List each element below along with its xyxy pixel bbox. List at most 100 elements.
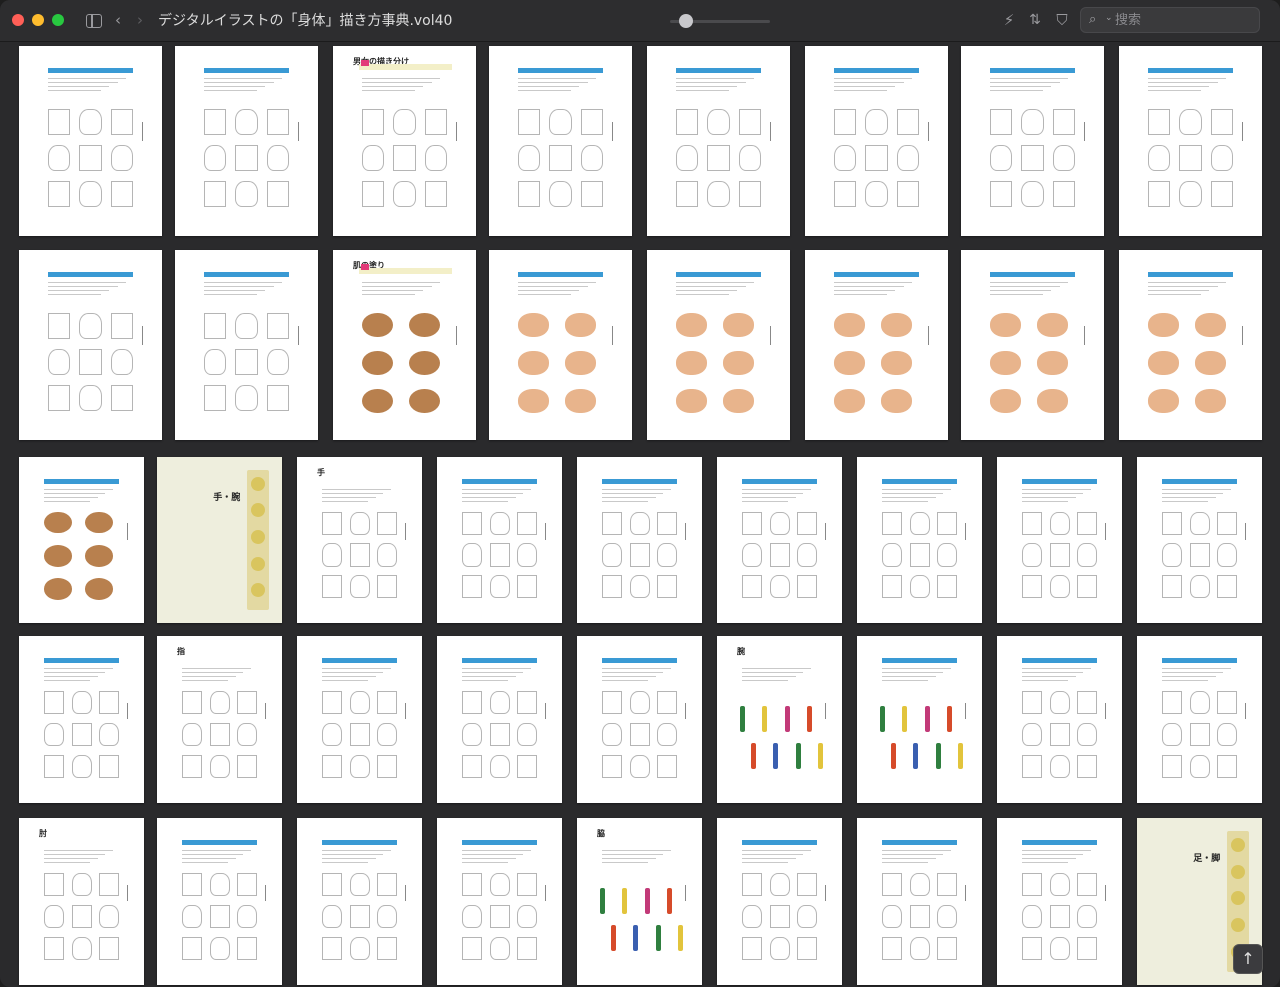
line-drawing-illustration — [424, 108, 448, 136]
page-thumbnail-6[interactable] — [805, 46, 948, 236]
line-drawing-illustration — [742, 936, 762, 960]
sidebar-toggle-icon[interactable] — [86, 14, 102, 28]
line-drawing-illustration — [182, 936, 202, 960]
page-thumbnail-37[interactable] — [297, 818, 422, 985]
text-line — [675, 286, 746, 287]
line-drawing-illustration — [1147, 180, 1171, 208]
search-field[interactable]: ⌕ ⌄ — [1080, 7, 1260, 33]
page-thumbnail-12[interactable] — [489, 250, 632, 440]
line-drawing-illustration — [738, 144, 762, 172]
page-thumbnail-32[interactable] — [857, 636, 982, 803]
page-thumbnail-24[interactable] — [997, 457, 1122, 623]
page-thumbnail-39[interactable]: 脇 — [577, 818, 702, 985]
text-line — [882, 850, 951, 851]
search-options-chevron-icon[interactable]: ⌄ — [1105, 13, 1113, 23]
page-thumbnail-4[interactable] — [489, 46, 632, 236]
page-thumbnail-16[interactable] — [1119, 250, 1262, 440]
page-thumbnail-29[interactable] — [437, 636, 562, 803]
muscle-illustration — [610, 924, 616, 951]
muscle-illustration — [902, 706, 907, 733]
line-drawing-illustration — [235, 348, 258, 376]
shading-sphere-illustration — [361, 350, 394, 376]
line-drawing-illustration — [322, 754, 342, 778]
text-line — [1147, 86, 1210, 87]
line-drawing-illustration — [1162, 511, 1182, 535]
back-icon[interactable]: ‹ — [111, 10, 125, 30]
text-line — [602, 680, 649, 681]
page-thumbnail-8[interactable] — [1119, 46, 1262, 236]
line-drawing-illustration — [1022, 543, 1042, 567]
page-thumbnail-7[interactable] — [961, 46, 1104, 236]
page-thumbnail-19[interactable]: 手 — [297, 457, 422, 623]
page-thumbnail-15[interactable] — [961, 250, 1104, 440]
side-label — [927, 122, 929, 141]
page-thumbnail-41[interactable] — [857, 818, 982, 985]
page-thumbnail-40[interactable] — [717, 818, 842, 985]
line-drawing-illustration — [322, 904, 342, 929]
line-drawing-illustration — [266, 108, 290, 136]
markup-bolt-icon[interactable]: ⚡ — [1000, 10, 1018, 30]
text-line — [203, 78, 283, 79]
text-line — [517, 90, 571, 91]
page-thumbnail-33[interactable] — [997, 636, 1122, 803]
search-input[interactable] — [1115, 11, 1253, 29]
page-thumbnail-9[interactable] — [19, 250, 162, 440]
page-thumbnail-1[interactable] — [19, 46, 162, 236]
page-thumbnail-21[interactable] — [577, 457, 702, 623]
close-window-button[interactable] — [12, 14, 24, 26]
page-thumbnail-38[interactable] — [437, 818, 562, 985]
page-thumbnail-2[interactable] — [175, 46, 318, 236]
line-drawing-illustration — [377, 574, 397, 599]
page-thumbnail-5[interactable] — [647, 46, 790, 236]
page-thumbnail-17[interactable] — [19, 457, 144, 623]
line-drawing-illustration — [71, 754, 92, 778]
page-thumbnail-18[interactable]: 手・腕 — [157, 457, 282, 623]
side-label — [611, 122, 613, 141]
minimize-window-button[interactable] — [32, 14, 44, 26]
line-drawing-illustration — [235, 108, 258, 136]
forward-icon[interactable]: › — [133, 10, 147, 30]
text-line — [361, 282, 441, 283]
page-thumbnail-27[interactable]: 指 — [157, 636, 282, 803]
page-thumbnail-35[interactable]: 肘 — [19, 818, 144, 985]
page-thumbnail-36[interactable] — [157, 818, 282, 985]
section-header-bar — [44, 658, 119, 663]
page-thumbnail-42[interactable] — [997, 818, 1122, 985]
page-thumbnail-26[interactable] — [19, 636, 144, 803]
page-thumbnail-30[interactable] — [577, 636, 702, 803]
line-drawing-illustration — [361, 108, 385, 136]
page-thumbnail-13[interactable] — [647, 250, 790, 440]
page-thumbnail-31[interactable]: 腕 — [717, 636, 842, 803]
text-line — [882, 497, 936, 498]
page-thumbnail-23[interactable] — [857, 457, 982, 623]
section-header-bar — [1022, 479, 1097, 484]
page-thumbnail-11[interactable]: 肌の塗り — [333, 250, 476, 440]
line-drawing-illustration — [865, 180, 888, 208]
line-drawing-illustration — [1162, 722, 1182, 747]
maximize-window-button[interactable] — [52, 14, 64, 26]
page-thumbnail-3[interactable]: 男女の描き分け — [333, 46, 476, 236]
page-thumbnail-34[interactable] — [1137, 636, 1262, 803]
page-thumbnail-10[interactable] — [175, 250, 318, 440]
line-drawing-illustration — [1022, 904, 1042, 929]
shading-sphere-illustration — [85, 578, 113, 600]
zoom-slider-knob[interactable] — [679, 14, 693, 28]
line-drawing-illustration — [1049, 873, 1070, 897]
text-line — [47, 286, 118, 287]
line-drawing-illustration — [1162, 543, 1182, 567]
line-drawing-illustration — [44, 754, 64, 778]
line-drawing-illustration — [462, 511, 482, 535]
page-thumbnail-14[interactable] — [805, 250, 948, 440]
side-label — [769, 122, 771, 141]
scroll-to-top-button[interactable]: ↑ — [1233, 944, 1263, 974]
shading-sphere-illustration — [361, 388, 394, 414]
page-thumbnail-22[interactable] — [717, 457, 842, 623]
filter-icon[interactable]: ⛉ — [1053, 10, 1071, 30]
sort-icon[interactable]: ⇅ — [1026, 10, 1044, 30]
page-thumbnail-28[interactable] — [297, 636, 422, 803]
page-thumbnail-25[interactable] — [1137, 457, 1262, 623]
line-drawing-illustration — [909, 873, 930, 897]
line-drawing-illustration — [44, 904, 64, 929]
skin-shading-illustration — [833, 312, 866, 338]
page-thumbnail-20[interactable] — [437, 457, 562, 623]
